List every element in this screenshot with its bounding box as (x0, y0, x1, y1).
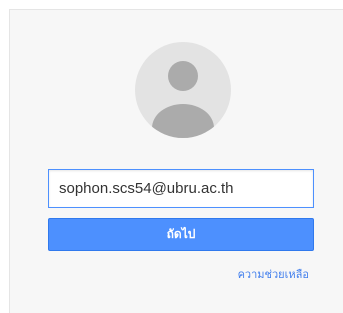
next-button[interactable]: ถัดไป (48, 218, 314, 251)
email-field[interactable] (48, 169, 314, 208)
person-silhouette-icon (152, 61, 214, 138)
user-avatar-icon (135, 42, 231, 138)
signin-card: ถัดไป ความช่วยเหลือ (9, 9, 343, 313)
help-link[interactable]: ความช่วยเหลือ (238, 265, 309, 283)
